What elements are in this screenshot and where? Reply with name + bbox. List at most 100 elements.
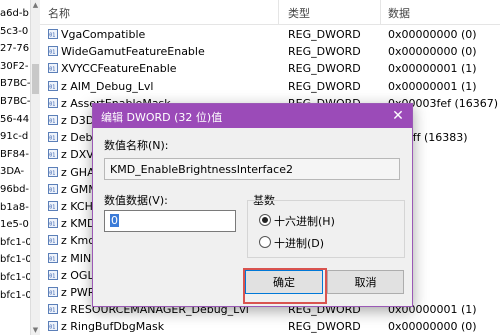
value-type-cell: REG_DWORD (288, 62, 361, 76)
column-header: 名称 类型 数据 (40, 0, 500, 25)
radio-selected-dot (262, 217, 268, 223)
tree-item[interactable]: bfc1-0 (0, 289, 30, 303)
value-name-cell: 01 XVYCCFeatureEnable (48, 61, 278, 77)
value-name-text: XVYCCFeatureEnable (61, 62, 177, 76)
registry-value-icon: 01 (48, 97, 58, 108)
svg-text:01: 01 (49, 67, 55, 73)
tree-item[interactable]: a6d-b (0, 7, 30, 21)
table-row[interactable]: 01 VgaCompatible REG_DWORD 0x00000000 (0) (40, 27, 500, 43)
value-data-cell: 0x00000000 (0) (388, 28, 477, 41)
tree-item[interactable]: bfc1-0 (0, 253, 30, 267)
tree-item[interactable]: B7BC- (0, 77, 30, 91)
tree-item[interactable]: bfc1-0 (0, 236, 30, 250)
value-name-text: VgaCompatible (61, 28, 146, 41)
value-name-cell: 01 z RingBufDbgMask (48, 319, 278, 335)
base-groupbox (247, 200, 405, 258)
svg-text:01: 01 (49, 256, 55, 262)
tree-scrollbar[interactable]: ▲ ▼ (30, 0, 40, 335)
value-name-label: 数值名称(N): (104, 139, 169, 152)
cancel-button[interactable]: 取消 (327, 270, 404, 294)
svg-text:01: 01 (49, 239, 55, 245)
tree-item[interactable]: 5c3-0 (0, 25, 30, 39)
registry-value-icon: 01 (48, 166, 58, 177)
table-row[interactable]: 01 z AIM_Debug_Lvl REG_DWORD 0x00000001 (1) (40, 79, 500, 95)
tree-pane: a6d-b 5c3-0 27-76 30F2- B7BC- B7BC- 56-44 91c-d… (0, 0, 40, 335)
value-name-text: z D3D (61, 114, 95, 127)
value-name-cell: 01 WideGamutFeatureEnable (48, 44, 278, 60)
value-name-field: KMD_EnableBrightnessInterface2 (104, 158, 400, 180)
value-data-input[interactable]: 0 (104, 210, 236, 232)
registry-value-icon: 01 (48, 217, 58, 229)
tree-item[interactable]: 96bd- (0, 183, 30, 197)
registry-value-icon: 01 (48, 320, 58, 332)
svg-text:01: 01 (49, 205, 55, 211)
svg-text:01: 01 (49, 153, 55, 159)
dialog-titlebar[interactable]: 编辑 DWORD (32 位)值 ✕ (93, 104, 412, 128)
tree-item[interactable]: 56-44 (0, 113, 30, 127)
tree-item[interactable]: bfc1-0 (0, 271, 30, 285)
tree-item[interactable]: b1a8- (0, 201, 30, 215)
hex-radio[interactable] (259, 214, 271, 226)
value-name-text: z Kmd (61, 234, 96, 248)
registry-value-icon: 01 (48, 148, 58, 160)
column-divider[interactable] (380, 0, 381, 24)
value-name-text: z GHA (61, 165, 95, 179)
value-data-label: 数值数据(V): (104, 194, 168, 207)
value-name-cell: 01 z AIM_Debug_Lvl (48, 79, 278, 95)
close-icon[interactable]: ✕ (388, 107, 408, 125)
svg-text:01: 01 (49, 136, 55, 142)
svg-text:01: 01 (49, 291, 55, 297)
tree-item[interactable]: 30F2- (0, 60, 30, 74)
svg-text:01: 01 (49, 308, 55, 314)
svg-text:01: 01 (49, 187, 55, 193)
registry-value-icon: 01 (48, 200, 58, 211)
column-divider[interactable] (278, 0, 279, 24)
value-name-text: z KMD (61, 217, 96, 231)
svg-text:01: 01 (49, 222, 55, 228)
svg-text:01: 01 (49, 101, 55, 107)
table-row[interactable]: 01 WideGamutFeatureEnable REG_DWORD 0x00000… (40, 44, 500, 60)
dec-label[interactable]: 十进制(D) (274, 235, 324, 251)
value-name-text: z PWR (61, 286, 96, 299)
registry-value-icon: 01 (48, 80, 58, 91)
tree-item[interactable]: 1e5-0 (0, 218, 30, 232)
value-type-cell: REG_DWORD (288, 320, 361, 334)
registry-value-icon: 01 (48, 45, 58, 57)
value-type-cell: REG_DWORD (288, 45, 361, 59)
column-name[interactable]: 名称 (48, 5, 70, 21)
tree-item[interactable]: BF84- (0, 148, 30, 162)
registry-value-icon: 01 (48, 303, 58, 315)
scroll-down-icon[interactable]: ▼ (31, 325, 40, 335)
registry-value-icon: 01 (48, 269, 58, 280)
column-type[interactable]: 类型 (288, 5, 310, 21)
column-data[interactable]: 数据 (388, 5, 410, 21)
dialog-title: 编辑 DWORD (32 位)值 (101, 111, 223, 124)
value-name-cell: 01 VgaCompatible (48, 27, 278, 43)
tree-item[interactable]: B7BC- (0, 95, 30, 109)
registry-value-icon: 01 (48, 286, 58, 297)
tree-item[interactable]: 91c-d (0, 130, 30, 144)
svg-text:01: 01 (49, 84, 55, 90)
registry-value-icon: 01 (48, 183, 58, 194)
registry-value-icon: 01 (48, 62, 58, 74)
svg-text:01: 01 (49, 33, 55, 39)
hex-label[interactable]: 十六进制(H) (274, 213, 335, 229)
table-row[interactable]: 01 XVYCCFeatureEnable REG_DWORD 0x00000001 … (40, 61, 500, 77)
dec-radio[interactable] (259, 236, 271, 248)
registry-value-icon: 01 (48, 234, 58, 246)
value-data-cell: 0x00000000 (0) (388, 320, 477, 334)
value-data-text: 0 (110, 214, 119, 227)
tree-item[interactable]: 27-76 (0, 42, 30, 56)
value-type-cell: REG_DWORD (288, 28, 361, 41)
value-name-text: z RingBufDbgMask (61, 320, 165, 334)
value-name-text: z DXV (61, 148, 94, 162)
registry-value-icon: 01 (48, 131, 58, 143)
value-name-text: z AIM_Debug_Lvl (61, 79, 154, 93)
scroll-up-icon[interactable]: ▲ (31, 0, 40, 10)
scroll-thumb[interactable] (32, 64, 39, 94)
table-row[interactable]: 01 z RingBufDbgMask REG_DWORD 0x00000000 (0… (40, 319, 500, 335)
svg-text:01: 01 (49, 50, 55, 56)
tree-item[interactable]: 3DA- (0, 165, 30, 179)
value-name-text: z KCH (61, 200, 93, 213)
svg-text:01: 01 (49, 273, 55, 279)
